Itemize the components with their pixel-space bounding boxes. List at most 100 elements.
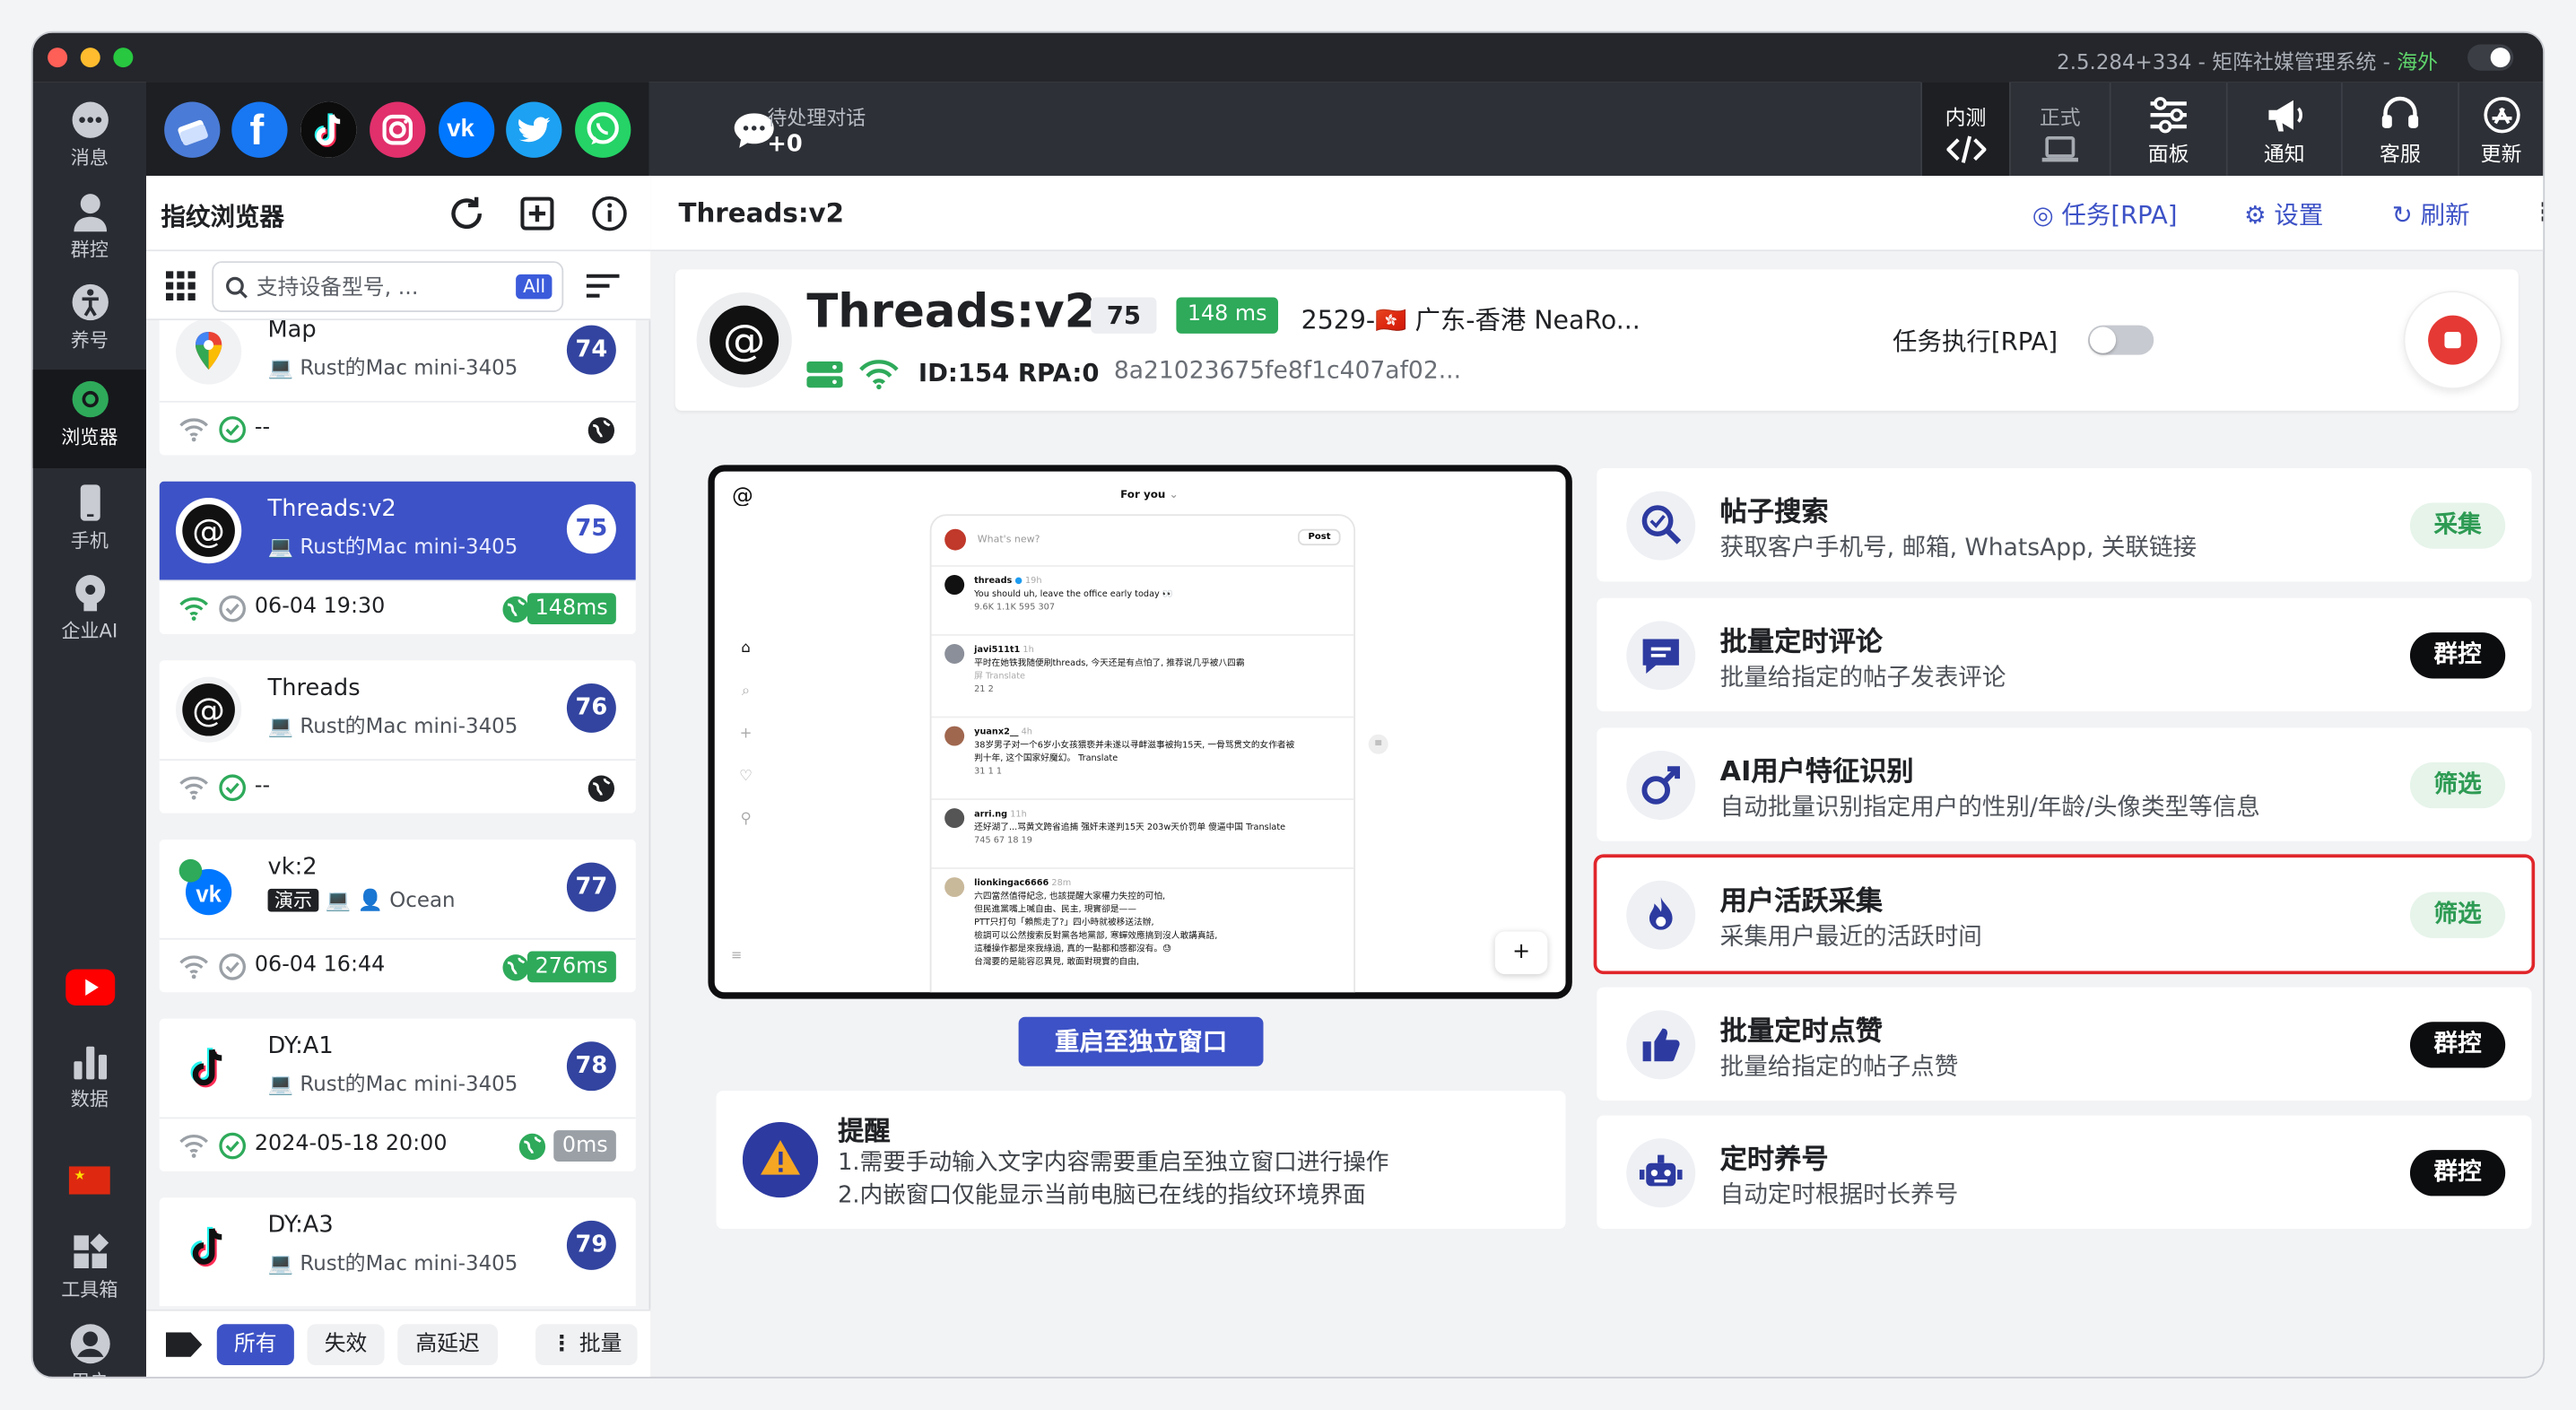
nav-label: 用户 <box>33 1369 146 1377</box>
task-exec-toggle[interactable] <box>2087 325 2154 355</box>
profile-card-selected[interactable]: @ Threads:v2 💻 Rust的Mac mini-3405 75 06-… <box>159 481 636 634</box>
profile-card[interactable]: DY:A1 💻 Rust的Mac mini-3405 78 2024-05-18… <box>159 1018 636 1171</box>
panel-button[interactable]: 面板 <box>2109 82 2226 176</box>
filter-button[interactable]: 筛选 <box>2409 762 2506 809</box>
feature-scheduled-nurture[interactable]: 定时养号 自动定时根据时长养号 群控 <box>1597 1115 2532 1230</box>
feature-ai-user-recognition[interactable]: AI用户特征识别 自动批量识别指定用户的性别/年龄/头像类型等信息 筛选 <box>1597 727 2532 841</box>
nav-item-user[interactable]: 用户 <box>33 1314 146 1377</box>
nav-item-enterprise-ai[interactable]: 企业AI <box>33 563 146 656</box>
sidebar-search-row: All <box>146 251 651 321</box>
profile-card[interactable]: vk vk:2 演示 💻 👤 Ocean 77 06-04 16:44 276m… <box>159 839 636 993</box>
feature-batch-like[interactable]: 批量定时点赞 批量给指定的帖子点赞 群控 <box>1597 987 2532 1101</box>
embedded-browser[interactable]: @ For you ⌄ ⌂ ⌕ + ♡ ⚲ ≡ What's new? Post thr… <box>708 465 1572 999</box>
nav-item-phone[interactable]: 手机 <box>33 474 146 566</box>
batch-label: 批量 <box>579 1332 622 1357</box>
refresh-icon[interactable] <box>447 194 486 233</box>
last-active-time: 06-04 16:44 <box>254 953 386 978</box>
feature-title: 定时养号 <box>1719 1143 1829 1175</box>
feature-post-search[interactable]: 帖子搜索 获取客户手机号, 邮箱, WhatsApp, 关联链接 采集 <box>1597 468 2532 582</box>
customer-service-button[interactable]: 客服 <box>2341 82 2458 176</box>
stop-button[interactable] <box>2405 292 2501 388</box>
settings-button[interactable]: ⚙ 设置 <box>2244 197 2323 231</box>
tag-icon[interactable] <box>165 1332 203 1357</box>
post-text: 还好湖了...骂黄文跨省追捕 强奸未遂判15天 203w天价罚单 傻逼中国 Tr… <box>974 822 1286 833</box>
profile-number: 75 <box>1091 297 1157 334</box>
group-control-button[interactable]: 群控 <box>2409 1150 2506 1197</box>
info-icon[interactable] <box>590 194 630 233</box>
refresh-label: 刷新 <box>2420 200 2470 231</box>
instagram-icon[interactable] <box>370 101 426 158</box>
new-post-button[interactable]: + <box>1494 931 1548 975</box>
formal-release-button[interactable]: 正式 <box>2009 82 2110 176</box>
nav-item-messages[interactable]: 消息 <box>33 91 146 183</box>
nav-item-toolbox[interactable]: 工具箱 <box>33 1223 146 1315</box>
profile-card[interactable]: DY:A3 💻 Rust的Mac mini-3405 79 <box>159 1197 636 1307</box>
filter-button[interactable]: 筛选 <box>2409 892 2506 938</box>
filter-high-latency-button[interactable]: 高延迟 <box>397 1324 498 1366</box>
close-window-button[interactable] <box>48 48 68 68</box>
tiktok-icon[interactable] <box>300 101 357 158</box>
thumbs-up-icon <box>1626 1010 1696 1080</box>
nav-label: 数据 <box>70 1087 109 1111</box>
filter-all-button[interactable]: 所有 <box>216 1324 294 1366</box>
vk-icon[interactable]: vk <box>439 101 495 158</box>
heart-icon[interactable]: ♡ <box>735 756 758 799</box>
plus-icon[interactable]: + <box>735 713 758 756</box>
home-icon[interactable]: ⌂ <box>735 628 758 671</box>
feed-post[interactable]: arri.ng 11h 还好湖了...骂黄文跨省追捕 强奸未遂判15天 203w… <box>944 808 1345 848</box>
scroll-indicator-icon[interactable]: ≡ <box>1368 734 1388 754</box>
profile-device: 💻 Rust的Mac mini-3405 <box>268 1066 518 1098</box>
post-button[interactable]: Post <box>1298 528 1341 546</box>
feed-post[interactable]: lionkingac6666 28m 六四當然值得紀念, 也該提醒大家權力失控的… <box>944 877 1345 970</box>
profile-number-badge: 75 <box>566 504 616 554</box>
more-options-icon[interactable]: ⋮ <box>2531 197 2543 227</box>
all-badge[interactable]: All <box>516 274 553 300</box>
feed-post[interactable]: threads ● 19h You should uh, leave the o… <box>944 575 1345 614</box>
collect-button[interactable]: 采集 <box>2409 502 2506 549</box>
sort-icon[interactable] <box>585 271 621 300</box>
search-input[interactable] <box>256 271 503 304</box>
update-button[interactable]: 更新 <box>2458 82 2543 176</box>
minimize-window-button[interactable] <box>80 48 100 68</box>
profile-card[interactable]: Map 💻 Rust的Mac mini-3405 74 -- <box>159 320 636 456</box>
notice-button[interactable]: 通知 <box>2225 82 2341 176</box>
filter-invalid-button[interactable]: 失效 <box>307 1324 385 1366</box>
feed-post[interactable]: yuanx2__ 4h 38岁男子对一个6岁小女孩猥亵并未遂以寻衅滋事被拘15天… <box>944 726 1345 779</box>
youtube-icon[interactable] <box>65 969 116 1005</box>
region-toggle[interactable] <box>2467 44 2514 71</box>
batch-button[interactable]: ⋮ 批量 <box>535 1324 638 1366</box>
whatsapp-icon[interactable] <box>575 101 631 158</box>
laptop-icon: 💻 <box>267 1249 294 1275</box>
restart-standalone-button[interactable]: 重启至独立窗口 <box>1018 1016 1264 1066</box>
multi-account-icon[interactable] <box>164 101 221 158</box>
menu-icon[interactable]: ≡ <box>731 948 742 962</box>
refresh-button[interactable]: ↻ 刷新 <box>2392 197 2470 231</box>
sidebar-title: 指纹浏览器 <box>161 202 284 232</box>
feature-title: 用户活跃采集 <box>1719 885 1884 918</box>
nav-item-group-control[interactable]: 群控 <box>33 182 146 274</box>
nav-item-browser[interactable]: 浏览器 <box>32 370 147 469</box>
feed-header[interactable]: For you ⌄ <box>1120 488 1178 501</box>
feature-batch-comment[interactable]: 批量定时评论 批量给指定的帖子发表评论 群控 <box>1597 597 2532 712</box>
group-control-button[interactable]: 群控 <box>2409 632 2506 679</box>
profile-icon[interactable]: ⚲ <box>735 798 758 841</box>
compose-placeholder[interactable]: What's new? <box>978 534 1040 545</box>
search-icon[interactable]: ⌕ <box>735 670 758 713</box>
task-rpa-button[interactable]: ◎ 任务[RPA] <box>2032 197 2178 231</box>
profile-card[interactable]: @ Threads 💻 Rust的Mac mini-3405 76 -- <box>159 660 636 814</box>
pending-count: +0 <box>767 131 803 158</box>
grid-view-icon[interactable] <box>165 271 196 300</box>
china-flag-icon[interactable]: ★ <box>68 1166 110 1195</box>
internal-test-button[interactable]: 内测 <box>1920 82 2010 176</box>
refresh-icon: ↻ <box>2391 200 2413 231</box>
nav-item-nurture[interactable]: 养号 <box>33 273 146 365</box>
feature-user-activity-collect[interactable]: 用户活跃采集 采集用户最近的活跃时间 筛选 <box>1597 857 2532 971</box>
divider <box>931 565 1354 567</box>
feed-post[interactable]: javi511t1 1h 平时在她铁我随便刷threads, 今天还是有点怕了,… <box>944 643 1345 697</box>
group-control-button[interactable]: 群控 <box>2409 1022 2506 1068</box>
facebook-icon[interactable]: f <box>231 101 288 158</box>
nav-item-data[interactable]: 数据 <box>33 1031 146 1124</box>
add-box-icon[interactable] <box>518 194 557 233</box>
twitter-icon[interactable] <box>506 101 562 158</box>
maximize-window-button[interactable] <box>113 48 134 68</box>
